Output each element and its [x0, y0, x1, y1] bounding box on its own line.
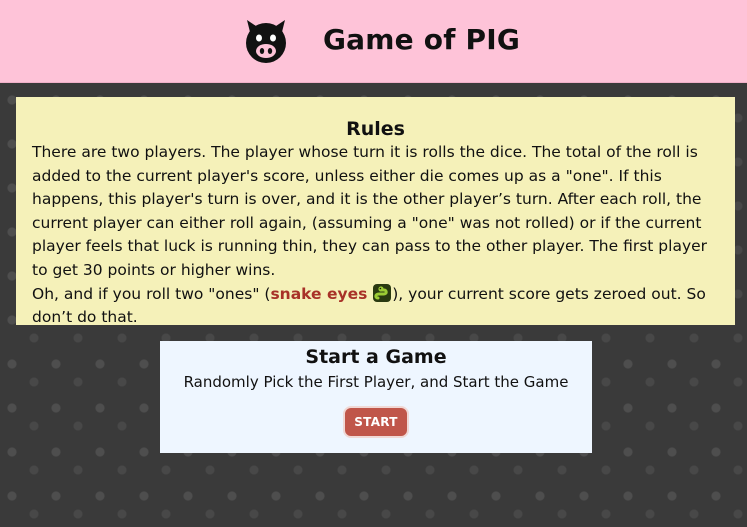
- start-game-subtitle: Randomly Pick the First Player, and Star…: [183, 373, 569, 391]
- start-button[interactable]: START: [343, 406, 409, 438]
- pig-icon: [246, 20, 286, 63]
- start-game-panel: Start a Game Randomly Pick the First Pla…: [160, 341, 592, 453]
- snake-eyes-label: snake eyes: [270, 284, 368, 303]
- start-game-heading: Start a Game: [305, 346, 447, 368]
- header: Game of PIG: [0, 0, 747, 83]
- snake-eyes-paragraph: Oh, and if you roll two "ones" (snake ey…: [32, 283, 719, 330]
- rules-heading: Rules: [346, 118, 405, 140]
- page-title: Game of PIG: [323, 23, 521, 56]
- snake-eyes-text-before: Oh, and if you roll two "ones" (: [32, 284, 271, 303]
- rules-paragraph: There are two players. The player whose …: [32, 143, 708, 279]
- rules-panel: Rules There are two players. The player …: [16, 97, 735, 326]
- snake-icon: [373, 283, 392, 302]
